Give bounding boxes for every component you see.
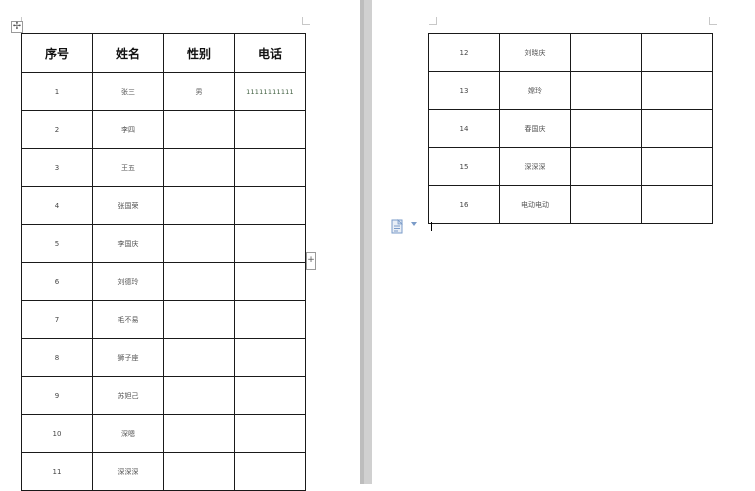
cell-name[interactable]: 深嗯 <box>92 414 164 453</box>
table-row: 14 春国庆 <box>428 109 713 148</box>
cell-phone[interactable] <box>234 148 306 187</box>
cell-name[interactable]: 苏妲己 <box>92 376 164 415</box>
cell-name[interactable]: 深深深 <box>92 452 164 491</box>
table-row: 1 张三男 11111111111 <box>21 72 306 111</box>
table-row: 9 苏妲己 <box>21 376 306 415</box>
table-row: 15 深深深 <box>428 147 713 186</box>
cell-number[interactable]: 3 <box>21 148 93 187</box>
cell-name[interactable]: 李四 <box>92 110 164 149</box>
cell-number[interactable]: 7 <box>21 300 93 339</box>
cell-phone[interactable] <box>234 300 306 339</box>
cell-phone[interactable] <box>234 224 306 263</box>
cell-gender[interactable] <box>163 186 235 225</box>
document-page-left: ✢ 序号 姓名 性别 电话 1 张三男 11111111111 2 李四 3 王五 4 张国荣 5… <box>0 0 360 491</box>
cell-name[interactable]: 春国庆 <box>499 109 571 148</box>
cell-number[interactable]: 5 <box>21 224 93 263</box>
cell-gender[interactable] <box>163 262 235 301</box>
page-corner-mark <box>302 17 310 25</box>
cell-number[interactable]: 15 <box>428 147 500 186</box>
cell-phone[interactable] <box>234 186 306 225</box>
cell-number[interactable]: 14 <box>428 109 500 148</box>
paste-options-icon[interactable] <box>391 219 405 234</box>
cell-phone[interactable] <box>641 33 713 72</box>
cell-gender[interactable] <box>163 414 235 453</box>
cell-gender[interactable] <box>570 33 642 72</box>
cell-phone[interactable] <box>234 338 306 377</box>
table-row: 8 狮子座 <box>21 338 306 377</box>
contact-table-page-2: 12 刘晓庆 13 嫦玲 14 春国庆 15 深深深 16 电动电动 <box>428 33 713 224</box>
header-cell-name[interactable]: 姓名 <box>92 33 164 73</box>
cell-number[interactable]: 12 <box>428 33 500 72</box>
table-row: 6 刘德玲 <box>21 262 306 301</box>
table-row: 16 电动电动 <box>428 185 713 224</box>
table-row: 10 深嗯 <box>21 414 306 453</box>
cell-gender[interactable] <box>570 71 642 110</box>
table-row: 12 刘晓庆 <box>428 33 713 72</box>
cell-name[interactable]: 张国荣 <box>92 186 164 225</box>
cell-gender[interactable] <box>163 224 235 263</box>
add-column-plus-icon[interactable]: + <box>306 252 316 270</box>
table-row: 5 李国庆 <box>21 224 306 263</box>
cell-name[interactable]: 王五 <box>92 148 164 187</box>
cell-phone[interactable] <box>234 262 306 301</box>
cell-name[interactable]: 电动电动 <box>499 185 571 224</box>
cell-gender[interactable] <box>163 338 235 377</box>
cell-number[interactable]: 2 <box>21 110 93 149</box>
paste-options-dropdown-icon[interactable] <box>411 222 417 226</box>
cell-phone[interactable] <box>234 110 306 149</box>
cell-name[interactable]: 毛不易 <box>92 300 164 339</box>
table-header-row: 序号 姓名 性别 电话 <box>21 33 306 73</box>
cell-number[interactable]: 13 <box>428 71 500 110</box>
cell-gender[interactable] <box>163 148 235 187</box>
cell-gender[interactable] <box>570 109 642 148</box>
cell-gender[interactable] <box>163 110 235 149</box>
cell-number[interactable]: 11 <box>21 452 93 491</box>
table-row: 4 张国荣 <box>21 186 306 225</box>
cell-gender[interactable] <box>163 376 235 415</box>
cell-phone[interactable] <box>641 71 713 110</box>
cell-name[interactable]: 深深深 <box>499 147 571 186</box>
header-cell-gender[interactable]: 性别 <box>163 33 235 73</box>
cell-gender[interactable] <box>570 185 642 224</box>
cell-phone[interactable] <box>641 185 713 224</box>
text-cursor <box>431 222 432 231</box>
cell-number[interactable]: 1 <box>21 72 93 111</box>
cell-number[interactable]: 10 <box>21 414 93 453</box>
cell-gender[interactable] <box>163 452 235 491</box>
cell-name[interactable]: 刘德玲 <box>92 262 164 301</box>
cell-gender[interactable] <box>570 147 642 186</box>
page-gap <box>364 0 372 484</box>
cell-name[interactable]: 狮子座 <box>92 338 164 377</box>
cell-phone[interactable] <box>234 452 306 491</box>
cell-number[interactable]: 16 <box>428 185 500 224</box>
cell-phone[interactable] <box>234 414 306 453</box>
table-move-handle-icon[interactable]: ✢ <box>11 21 23 33</box>
cell-name[interactable]: 嫦玲 <box>499 71 571 110</box>
cell-phone[interactable] <box>641 147 713 186</box>
cell-name[interactable]: 李国庆 <box>92 224 164 263</box>
cell-phone[interactable] <box>641 109 713 148</box>
header-cell-number[interactable]: 序号 <box>21 33 93 73</box>
cell-phone[interactable]: 11111111111 <box>234 72 306 111</box>
table-row: 11 深深深 <box>21 452 306 491</box>
cell-phone[interactable] <box>234 376 306 415</box>
table-row: 3 王五 <box>21 148 306 187</box>
cell-gender[interactable]: 男 <box>163 72 235 111</box>
contact-table-page-1: 序号 姓名 性别 电话 1 张三男 11111111111 2 李四 3 王五 4 张国荣 5 李国… <box>21 33 306 491</box>
cell-name[interactable]: 张三 <box>92 72 164 111</box>
table-row: 13 嫦玲 <box>428 71 713 110</box>
cell-gender[interactable] <box>163 300 235 339</box>
table-row: 7 毛不易 <box>21 300 306 339</box>
header-cell-phone[interactable]: 电话 <box>234 33 306 73</box>
cell-number[interactable]: 4 <box>21 186 93 225</box>
cell-number[interactable]: 8 <box>21 338 93 377</box>
cell-number[interactable]: 6 <box>21 262 93 301</box>
cell-name[interactable]: 刘晓庆 <box>499 33 571 72</box>
cell-number[interactable]: 9 <box>21 376 93 415</box>
page-corner-mark <box>429 17 437 25</box>
page-corner-mark <box>709 17 717 25</box>
table-row: 2 李四 <box>21 110 306 149</box>
